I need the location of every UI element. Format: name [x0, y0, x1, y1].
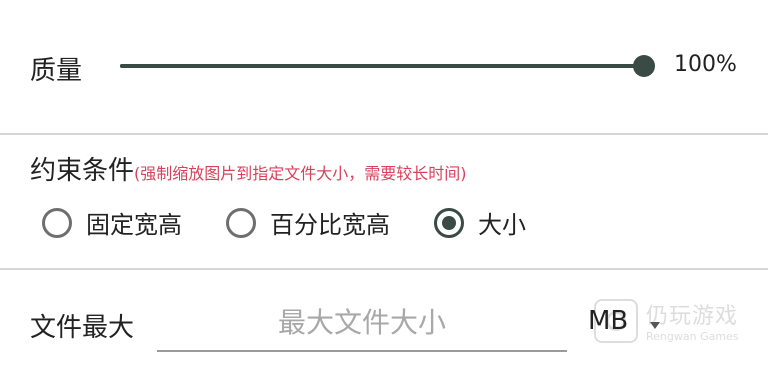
quality-label: 质量	[30, 56, 83, 86]
constraint-label: 约束条件	[30, 156, 135, 186]
radio-button[interactable]	[42, 207, 72, 238]
max-size-label: 文件最大	[30, 313, 135, 343]
unit-value: MB	[588, 306, 629, 336]
quality-slider-thumb[interactable]	[633, 55, 655, 77]
max-size-field[interactable]	[157, 296, 567, 352]
radio-label: 固定宽高	[86, 211, 182, 239]
constraint-header: 约束条件 (强制缩放图片到指定文件大小，需要较长时间)	[30, 150, 467, 187]
quality-slider[interactable]	[120, 64, 644, 68]
radio-label: 百分比宽高	[270, 211, 390, 239]
divider	[0, 268, 768, 270]
radio-label: 大小	[478, 211, 526, 239]
unit-dropdown[interactable]: MB	[588, 306, 661, 336]
divider	[0, 133, 768, 135]
radio-file-size[interactable]: 大小	[434, 205, 526, 240]
max-size-input[interactable]	[157, 296, 567, 348]
radio-percent-size[interactable]: 百分比宽高	[226, 205, 390, 240]
radio-fixed-size[interactable]: 固定宽高	[42, 205, 182, 240]
constraint-hint: (强制缩放图片到指定文件大小，需要较长时间)	[134, 164, 467, 183]
radio-button[interactable]	[226, 207, 256, 238]
radio-button[interactable]	[434, 207, 464, 238]
quality-value: 100%	[674, 52, 737, 77]
radio-dot	[442, 215, 456, 230]
dropdown-caret-icon	[650, 321, 661, 329]
quality-slider-fill	[120, 64, 644, 68]
